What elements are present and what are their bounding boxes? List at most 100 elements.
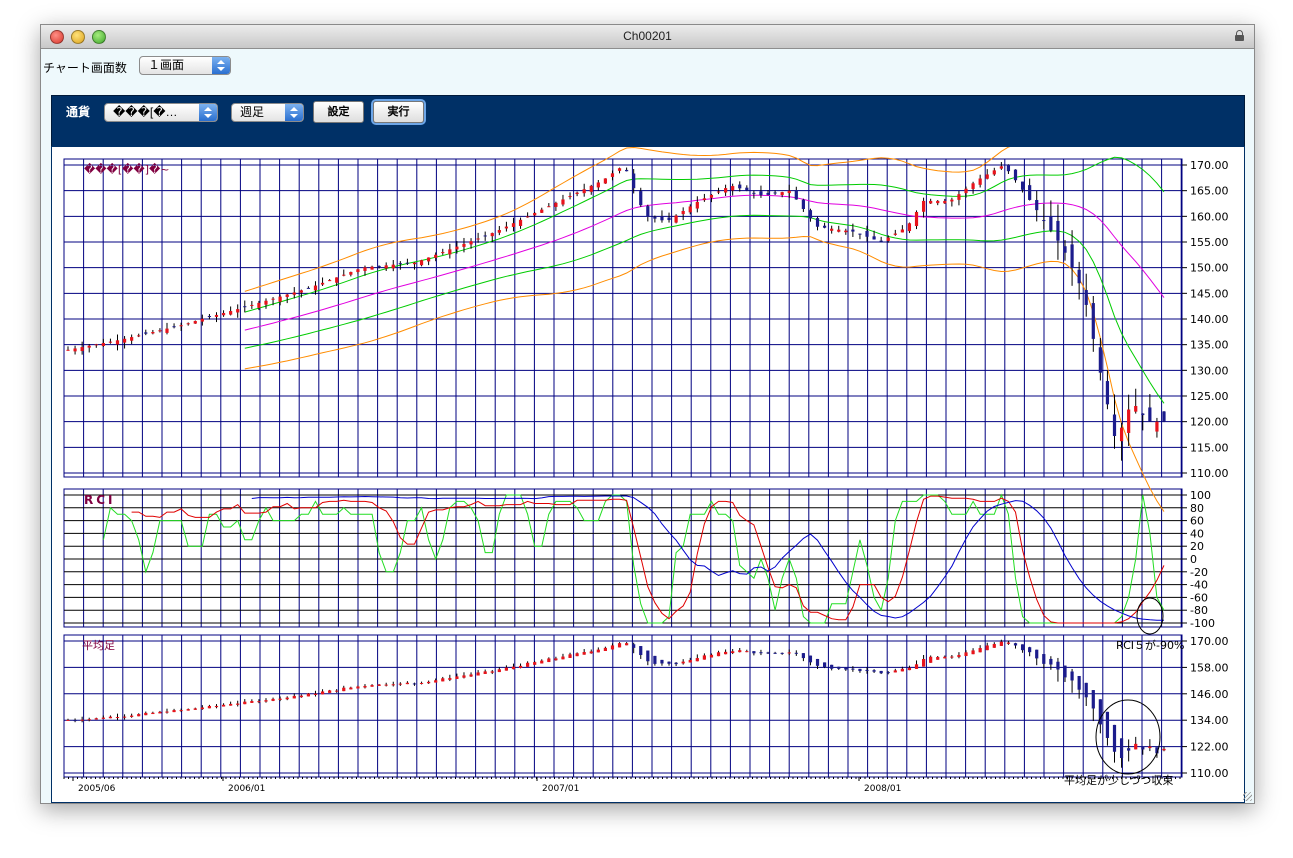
- heikin-candle-body: [632, 644, 636, 648]
- resize-grip-icon[interactable]: [1243, 792, 1252, 801]
- heikin-candle-body: [1020, 644, 1025, 651]
- price-candle-body: [681, 210, 685, 215]
- price-candle-body: [978, 178, 982, 185]
- price-candle-body: [250, 304, 254, 306]
- price-candle-body: [193, 321, 197, 324]
- currency-value: ���[�…: [113, 105, 178, 119]
- price-candle-body: [476, 238, 480, 240]
- y-tick-label: 20: [1190, 540, 1204, 553]
- heikin-candle-body: [278, 698, 282, 700]
- price-candle-body: [879, 240, 883, 242]
- period-select[interactable]: 週足: [231, 103, 304, 122]
- heikin-candle-body: [1035, 649, 1039, 659]
- rci-annotation-text: RCI５が-90%: [1116, 638, 1184, 652]
- price-candle-body: [914, 211, 919, 227]
- price-candle-body: [328, 280, 332, 282]
- heikin-candle-body: [1105, 711, 1110, 738]
- rci-mid-line: [131, 495, 1165, 624]
- heikin-candle-body: [1063, 665, 1067, 678]
- heikin-candle-body: [716, 652, 721, 657]
- price-candle-body: [1119, 427, 1124, 442]
- heikin-candle-body: [667, 661, 671, 664]
- price-candle-body: [306, 287, 311, 289]
- price-candle-body: [427, 257, 431, 262]
- price-candle-body: [653, 216, 657, 219]
- title-bar[interactable]: Ch00201: [41, 25, 1254, 49]
- price-candle-body: [130, 337, 134, 341]
- price-candle-body: [731, 186, 735, 191]
- price-candle-body: [702, 198, 706, 201]
- currency-select[interactable]: ���[�…: [104, 103, 218, 122]
- price-candle-body: [1013, 169, 1018, 181]
- heikin-candle-body: [603, 647, 607, 652]
- heikin-candle-body: [144, 712, 148, 716]
- price-candle-body: [907, 223, 912, 232]
- heikin-candle-body: [752, 651, 756, 654]
- x-tick-label: 2007/01: [542, 784, 579, 794]
- price-candle-body: [115, 340, 120, 345]
- heikin-candle-body: [957, 654, 961, 658]
- price-candle-body: [101, 343, 105, 347]
- heikin-candle-body: [660, 659, 664, 664]
- price-candle-body: [412, 262, 417, 265]
- heikin-candle-body: [575, 653, 579, 657]
- price-candle-body: [504, 226, 508, 229]
- chart-svg[interactable]: 170.00 165.00 160.00 155.00 150.00 145.00 140.…: [52, 64, 1242, 800]
- heikin-candle-body: [738, 650, 742, 653]
- price-candle-body: [716, 191, 721, 193]
- run-button[interactable]: 実行: [373, 101, 424, 123]
- price-candle-body: [370, 266, 374, 270]
- price-candle-body: [1020, 181, 1025, 190]
- moving-average-line: [244, 194, 1165, 331]
- price-candle-body: [625, 169, 629, 172]
- price-candle-body: [674, 215, 678, 223]
- heikin-candle-body: [1134, 743, 1138, 750]
- settings-button[interactable]: 設定: [313, 101, 364, 123]
- heikin-candle-body: [356, 686, 360, 689]
- price-candle-body: [434, 254, 438, 258]
- price-candle-body: [243, 306, 247, 308]
- heikin-candle-body: [257, 701, 261, 703]
- price-candle-body: [405, 262, 410, 264]
- heikin-candle-body: [434, 680, 438, 683]
- heikin-candle-body: [384, 684, 388, 686]
- heikin-candle-body: [625, 643, 629, 646]
- price-candle-body: [441, 252, 445, 254]
- y-tick-label: 140.00: [1190, 313, 1229, 326]
- heikin-candle-body: [724, 651, 728, 655]
- heikin-candle-body: [200, 707, 204, 710]
- price-candle-body: [1098, 347, 1102, 373]
- heikin-candle-body: [1127, 748, 1131, 751]
- heikin-candle-body: [299, 695, 303, 698]
- heikin-candle-body: [596, 649, 600, 653]
- y-tick-label: 100: [1190, 489, 1211, 502]
- heikin-candle-body: [639, 646, 643, 656]
- price-candle-body: [80, 347, 84, 352]
- panel-frame: [63, 634, 1183, 778]
- price-candle-body: [1105, 381, 1110, 405]
- heikin-candle-body: [985, 645, 989, 651]
- heikin-candle-body: [87, 719, 91, 721]
- price-candle-body: [893, 233, 897, 235]
- heikin-candle-body: [872, 670, 876, 672]
- heikin-candle-body: [964, 652, 968, 657]
- heikin-candle-body: [349, 687, 353, 690]
- screen-count-select[interactable]: １画面: [139, 56, 231, 75]
- price-candle-body: [568, 196, 572, 198]
- heikin-candle-body: [893, 670, 897, 673]
- toolbar: 通貨 ���[�… 週足 設定 実行: [51, 95, 1245, 147]
- heikin-candle-body: [94, 718, 98, 720]
- heikin-candle-body: [992, 644, 996, 648]
- heikin-candle-body: [221, 704, 226, 707]
- heikin-candle-body: [455, 676, 459, 679]
- x-tick-label: 2006/01: [228, 784, 265, 794]
- screen-count-value: １画面: [148, 58, 185, 72]
- heikin-candle-body: [490, 671, 494, 673]
- price-candle-body: [815, 218, 820, 227]
- price-candle-body: [745, 187, 749, 191]
- price-candle-body: [1042, 220, 1046, 222]
- heikin-candle-body: [236, 703, 240, 705]
- heikin-candle-body: [335, 690, 339, 692]
- price-candle-body: [660, 216, 664, 221]
- heikin-candle-body: [462, 675, 466, 678]
